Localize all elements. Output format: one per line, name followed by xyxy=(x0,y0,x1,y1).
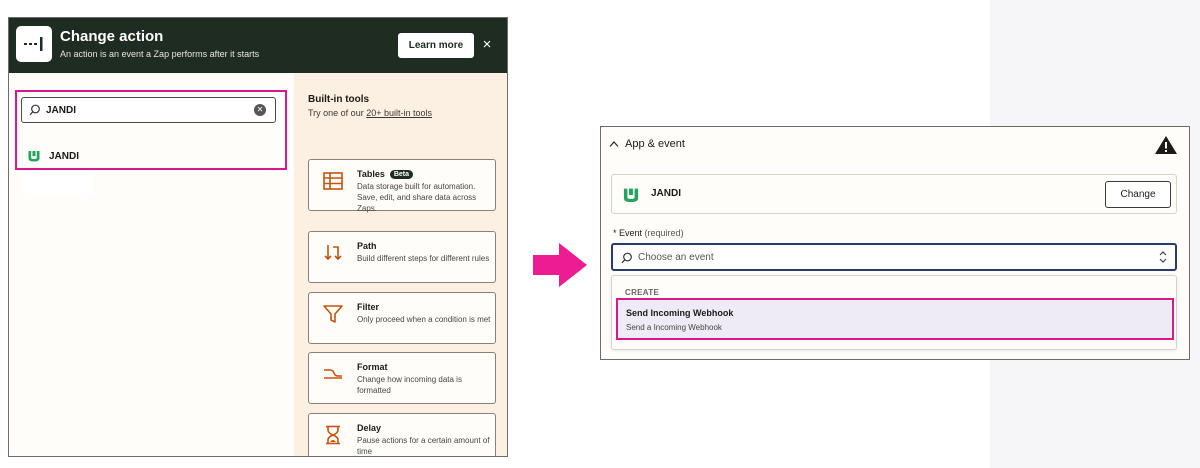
event-dropdown: CREATE Send Incoming Webhook Send a Inco… xyxy=(611,275,1177,350)
path-icon xyxy=(324,245,342,261)
tool-card-filter[interactable]: Filter Only proceed when a condition is … xyxy=(308,292,496,344)
tool-name-delay: Delay xyxy=(357,423,382,433)
filter-icon xyxy=(323,305,343,323)
warning-icon xyxy=(1155,136,1177,154)
jandi-logo-icon xyxy=(623,188,639,203)
tool-card-path[interactable]: Path Build different steps for different… xyxy=(308,231,496,283)
tool-card-format[interactable]: Format Change how incoming data is forma… xyxy=(308,352,496,404)
builtin-tools-title: Built-in tools xyxy=(308,94,370,105)
tool-name-filter: Filter xyxy=(357,302,380,312)
modal-subtitle: An action is an event a Zap performs aft… xyxy=(60,49,260,59)
builtin-tools-panel: Built-in tools Try one of our 20+ built-… xyxy=(294,73,507,456)
search-result-jandi[interactable]: JANDI xyxy=(27,147,79,165)
app-search-panel: JANDI ✕ JANDI xyxy=(9,73,294,456)
action-logo-icon xyxy=(16,26,52,62)
empty-result-slot xyxy=(23,173,93,195)
pink-arrow-icon xyxy=(533,243,587,287)
app-event-header[interactable]: App & event xyxy=(609,138,685,150)
table-icon xyxy=(323,172,343,190)
tool-card-tables[interactable]: Tables Beta Data storage built for automa… xyxy=(308,159,496,213)
hourglass-icon xyxy=(326,425,340,445)
event-option-title: Send Incoming Webhook xyxy=(626,308,734,318)
tool-name-format: Format xyxy=(357,362,388,372)
format-icon xyxy=(324,369,342,379)
selected-app-name: JANDI xyxy=(651,188,682,199)
event-required-text: (required) xyxy=(644,228,684,238)
dropdown-section-label: CREATE xyxy=(625,288,660,297)
event-label-text: * Event xyxy=(613,228,643,238)
search-value: JANDI xyxy=(46,105,77,116)
tool-desc-filter: Only proceed when a condition is met xyxy=(357,315,491,324)
app-event-panel: App & event JANDI Change * Event (requir… xyxy=(600,126,1190,360)
event-option-send-incoming-webhook[interactable]: Send Incoming Webhook Send a Incoming We… xyxy=(616,298,1174,340)
chevron-up-down-icon xyxy=(1159,251,1167,263)
search-icon xyxy=(29,104,40,116)
builtin-tools-subtitle: Try one of our 20+ built-in tools xyxy=(308,108,432,118)
search-result-label: JANDI xyxy=(49,150,80,162)
jandi-logo-icon xyxy=(28,151,40,162)
app-search-input[interactable]: JANDI ✕ xyxy=(21,97,276,123)
tool-card-delay[interactable]: Delay Pause actions for a certain amount… xyxy=(308,413,496,456)
clear-search-icon[interactable]: ✕ xyxy=(254,104,266,116)
event-field-label: * Event (required) xyxy=(613,228,684,238)
tool-desc-path: Build different steps for different rule… xyxy=(357,254,490,263)
modal-title: Change action xyxy=(60,28,164,45)
tool-desc-delay: Pause actions for a certain amount of ti… xyxy=(357,436,490,456)
event-select[interactable]: Choose an event xyxy=(611,243,1177,271)
chevron-up-icon xyxy=(609,141,619,147)
screenshot-stage: Change action An action is an event a Za… xyxy=(0,0,1200,468)
tool-name-tables: Tables Beta xyxy=(357,169,414,179)
search-icon xyxy=(621,252,632,264)
tool-desc-format: Change how incoming data is formatted xyxy=(357,375,462,395)
event-option-subtitle: Send a Incoming Webhook xyxy=(626,323,722,332)
tool-name-path: Path xyxy=(357,241,377,251)
change-app-button[interactable]: Change xyxy=(1105,181,1171,208)
selected-app-card: JANDI Change xyxy=(611,174,1177,214)
tool-desc-tables: Data storage built for automation. Save,… xyxy=(357,182,477,213)
change-action-modal: Change action An action is an event a Za… xyxy=(8,17,508,457)
builtin-tools-link[interactable]: 20+ built-in tools xyxy=(366,108,432,118)
tool-name-tables-text: Tables xyxy=(357,169,385,179)
event-placeholder: Choose an event xyxy=(638,252,714,263)
builtin-tools-subtitle-text: Try one of our xyxy=(308,108,367,118)
modal-header: Change action An action is an event a Za… xyxy=(9,18,507,73)
beta-badge: Beta xyxy=(389,170,414,179)
close-icon[interactable]: × xyxy=(479,35,495,53)
app-event-title: App & event xyxy=(625,138,685,150)
learn-more-button[interactable]: Learn more xyxy=(398,33,474,58)
